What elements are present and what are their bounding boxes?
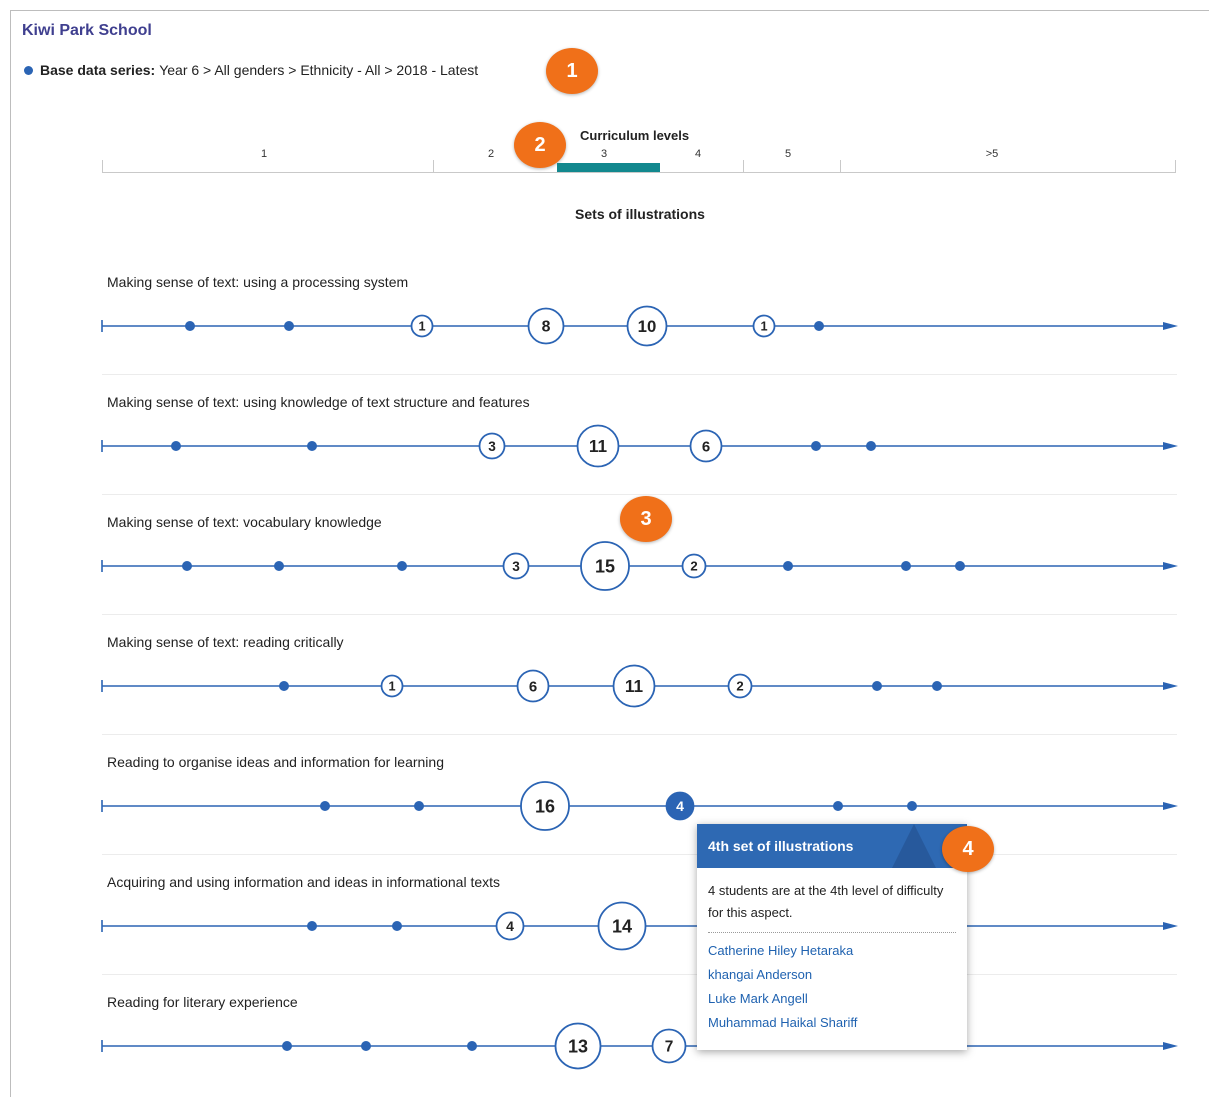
student-link[interactable]: Muhammad Haikal Shariff <box>697 1011 967 1035</box>
empty-set-dot[interactable] <box>171 441 181 451</box>
set-count-label: 16 <box>535 796 555 816</box>
set-count-label: 15 <box>595 556 615 576</box>
arrow-right-icon <box>1163 562 1178 570</box>
aspect-row: 3 11 6 <box>101 424 1178 468</box>
empty-set-dot[interactable] <box>284 321 294 331</box>
set-count-label: 3 <box>512 559 520 574</box>
empty-set-dot[interactable] <box>185 321 195 331</box>
empty-set-dot[interactable] <box>361 1041 371 1051</box>
empty-set-dot[interactable] <box>307 441 317 451</box>
set-count-label: 11 <box>589 436 608 456</box>
set-count-label: 4 <box>506 918 514 934</box>
empty-set-dot[interactable] <box>279 681 289 691</box>
empty-set-dot[interactable] <box>182 561 192 571</box>
aspect-row: 3 15 2 <box>101 541 1178 591</box>
popup-header: 4th set of illustrations <box>697 824 967 868</box>
popup-divider <box>708 932 956 933</box>
set-count-label: 7 <box>665 1039 674 1056</box>
aspect-row: 4 14 <box>101 901 1178 951</box>
empty-set-dot[interactable] <box>274 561 284 571</box>
set-count-label: 2 <box>690 559 697 574</box>
set-count-label: 6 <box>529 678 537 695</box>
empty-set-dot[interactable] <box>814 321 824 331</box>
arrow-right-icon <box>1163 322 1178 330</box>
student-link[interactable]: Catherine Hiley Hetaraka <box>697 939 967 963</box>
set-count-label: 10 <box>638 317 657 336</box>
set-count-label: 11 <box>625 676 644 696</box>
student-link[interactable]: khangai Anderson <box>697 963 967 987</box>
popup-pointer-icon <box>892 824 936 868</box>
empty-set-dot[interactable] <box>783 561 793 571</box>
arrow-right-icon <box>1163 442 1178 450</box>
aspect-number-lines: 1 8 10 13 11 63 15 21 6 11 216 44 1413 7 <box>101 305 1178 1070</box>
empty-set-dot[interactable] <box>907 801 917 811</box>
set-count-label: 8 <box>542 319 551 336</box>
aspect-row: 1 6 11 2 <box>101 664 1178 708</box>
student-link[interactable]: Luke Mark Angell <box>697 987 967 1011</box>
set-count-label: 1 <box>388 679 395 694</box>
set-count-label: 6 <box>702 438 710 455</box>
empty-set-dot[interactable] <box>320 801 330 811</box>
arrow-right-icon <box>1163 682 1178 690</box>
empty-set-dot[interactable] <box>811 441 821 451</box>
arrow-right-icon <box>1163 802 1178 810</box>
arrow-right-icon <box>1163 1042 1178 1050</box>
set-count-label: 14 <box>612 916 632 936</box>
empty-set-dot[interactable] <box>282 1041 292 1051</box>
aspect-row: 13 7 <box>101 1022 1178 1070</box>
empty-set-dot[interactable] <box>955 561 965 571</box>
empty-set-dot[interactable] <box>414 801 424 811</box>
empty-set-dot[interactable] <box>307 921 317 931</box>
set-count-label: 13 <box>568 1036 588 1056</box>
aspect-row: 1 8 10 1 <box>101 305 1178 347</box>
illustration-set-popup: 4th set of illustrations 4 students are … <box>697 824 967 1050</box>
empty-set-dot[interactable] <box>467 1041 477 1051</box>
callout-badge-4: 4 <box>942 826 994 872</box>
popup-title: 4th set of illustrations <box>708 838 854 854</box>
aspect-row: 16 4 <box>101 781 1178 831</box>
arrow-right-icon <box>1163 922 1178 930</box>
empty-set-dot[interactable] <box>833 801 843 811</box>
empty-set-dot[interactable] <box>932 681 942 691</box>
set-count-label: 1 <box>760 319 767 334</box>
empty-set-dot[interactable] <box>392 921 402 931</box>
set-count-label: 1 <box>418 319 425 334</box>
set-count-label: 3 <box>488 439 496 454</box>
set-count-label: 2 <box>736 679 743 694</box>
empty-set-dot[interactable] <box>866 441 876 451</box>
empty-set-dot[interactable] <box>901 561 911 571</box>
popup-description: 4 students are at the 4th level of diffi… <box>708 883 944 920</box>
set-count-label: 4 <box>676 798 684 814</box>
empty-set-dot[interactable] <box>872 681 882 691</box>
empty-set-dot[interactable] <box>397 561 407 571</box>
